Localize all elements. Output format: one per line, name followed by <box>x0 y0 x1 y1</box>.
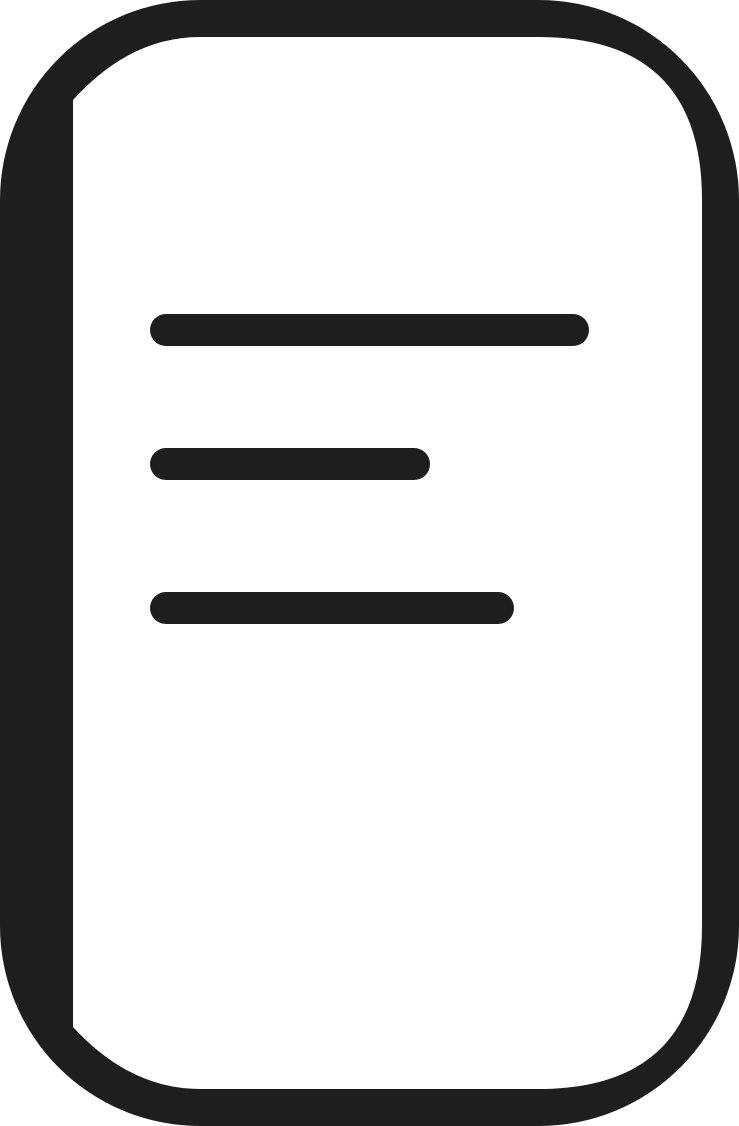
document-icon-graphic <box>0 0 739 1126</box>
document-page <box>73 37 702 1089</box>
document-icon <box>0 0 739 1126</box>
